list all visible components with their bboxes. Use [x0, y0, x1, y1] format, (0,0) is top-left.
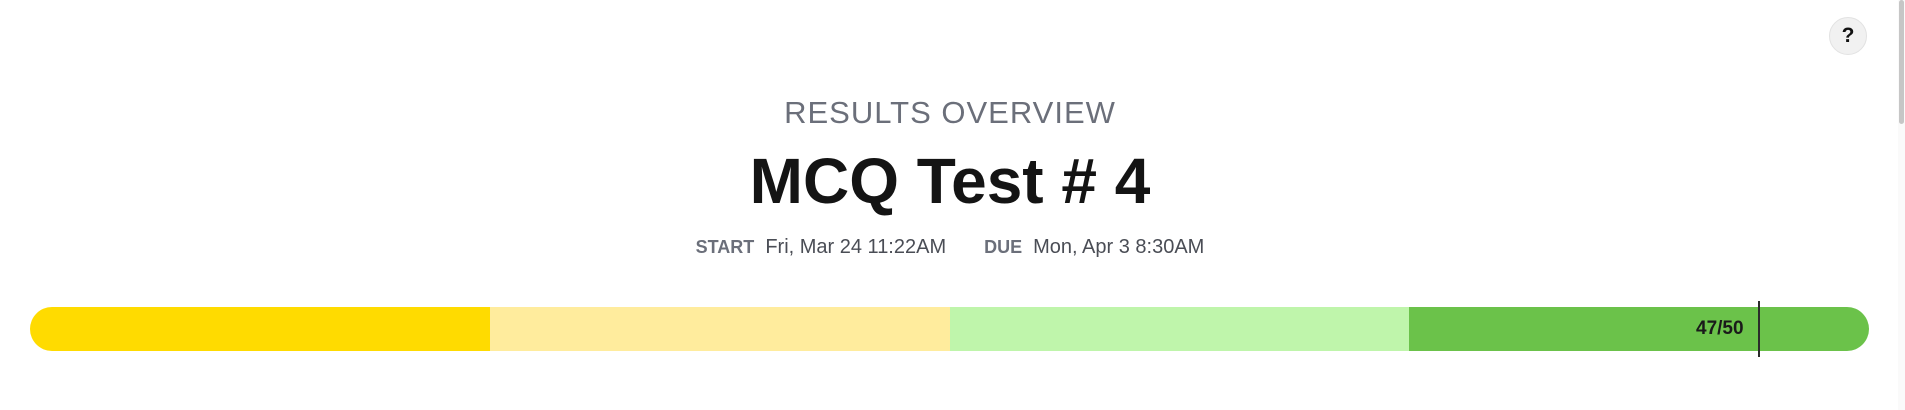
progress-segment-2: [489, 307, 950, 351]
score-label: 47/50: [1696, 318, 1744, 339]
page-title: MCQ Test # 4: [749, 145, 1151, 217]
results-overview-label: RESULTS OVERVIEW: [784, 95, 1116, 130]
progress-segment-3: [949, 307, 1410, 351]
start-label: START: [695, 237, 755, 257]
results-page: ? RESULTS OVERVIEW MCQ Test # 4 START Fr…: [0, 0, 1905, 410]
progress-segment-4: [1409, 307, 1869, 351]
help-button[interactable]: ?: [1829, 17, 1867, 55]
due-date: Mon, Apr 3 8:30AM: [1033, 236, 1205, 258]
dates-row: START Fri, Mar 24 11:22AM DUE Mon, Apr 3…: [0, 236, 1900, 259]
question-mark-icon: ?: [1841, 24, 1855, 47]
progress-segment-1: [30, 307, 490, 351]
due-label: DUE: [984, 237, 1023, 257]
start-date: Fri, Mar 24 11:22AM: [765, 236, 947, 258]
score-progress-bar: [30, 307, 1869, 351]
score-marker: [1758, 301, 1760, 357]
